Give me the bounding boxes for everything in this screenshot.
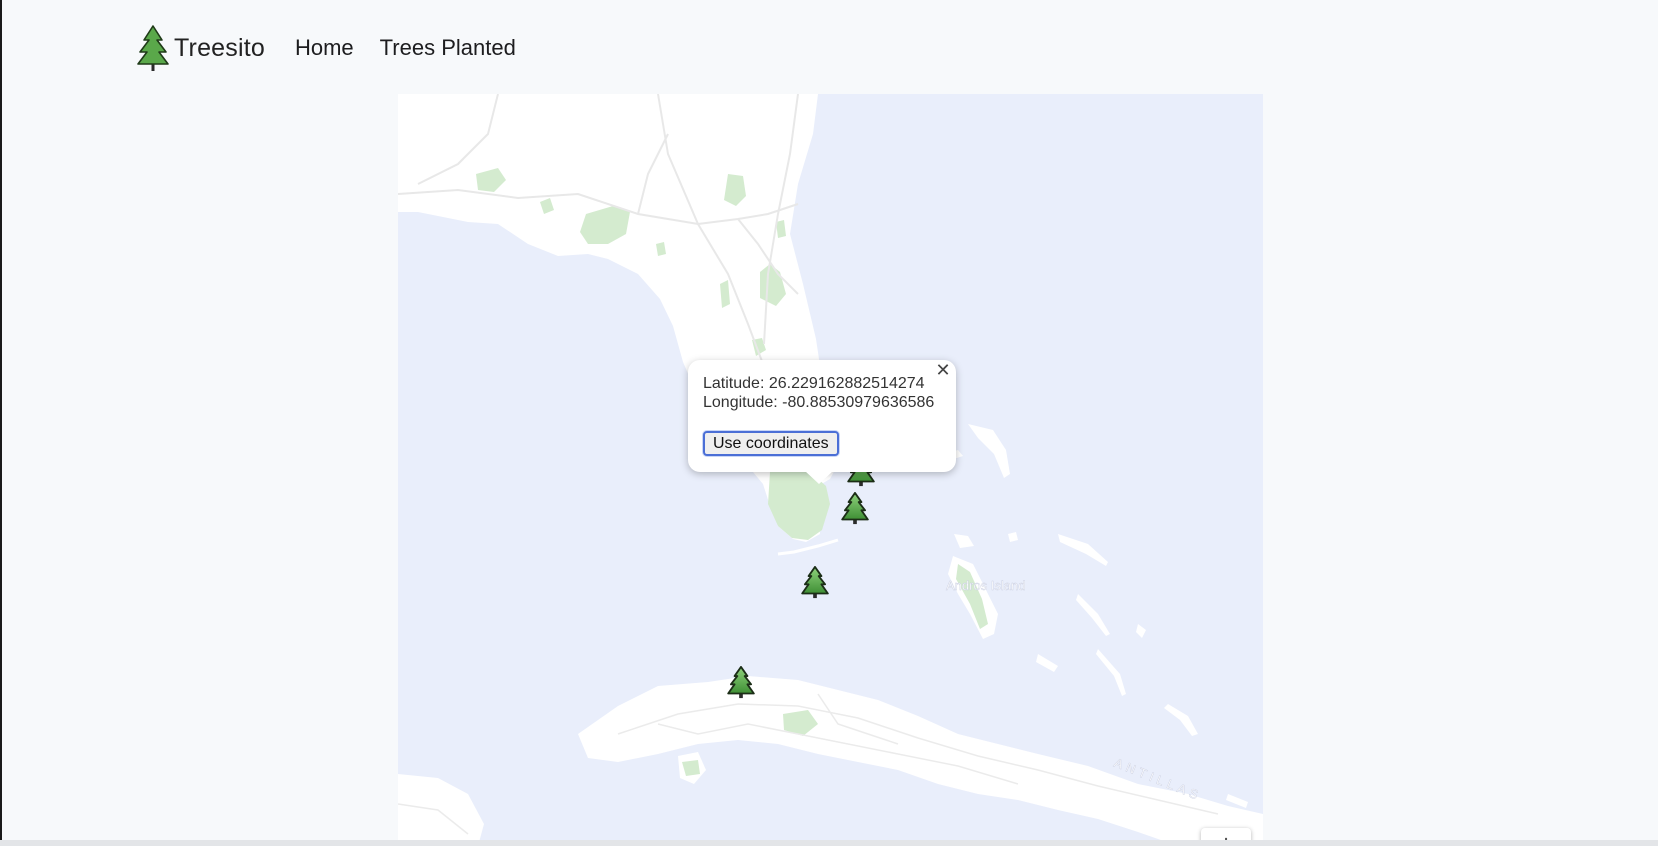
coordinates-popup: ✕ Latitude: 26.229162882514274 Longitude… bbox=[688, 360, 956, 484]
nav-home-link[interactable]: Home bbox=[295, 35, 354, 61]
use-coordinates-button[interactable]: Use coordinates bbox=[703, 431, 839, 456]
brand-link[interactable]: Treesito bbox=[136, 24, 265, 72]
brand-name: Treesito bbox=[174, 33, 265, 62]
latitude-text: Latitude: 26.229162882514274 bbox=[703, 375, 925, 392]
top-navbar: Treesito Home Trees Planted bbox=[136, 20, 516, 76]
popup-tip bbox=[805, 471, 833, 484]
pine-tree-icon bbox=[137, 25, 169, 71]
close-icon[interactable]: ✕ bbox=[934, 361, 952, 379]
window-left-edge bbox=[0, 0, 2, 846]
map-view[interactable]: Andros Island ANTILLAS ✕ Latitude: 26.22… bbox=[398, 94, 1263, 846]
andros-island-label: Andros Island bbox=[946, 578, 1026, 593]
bottom-edge bbox=[0, 840, 1658, 846]
nav-trees-planted-link[interactable]: Trees Planted bbox=[380, 35, 516, 61]
longitude-text: Longitude: -80.88530979636586 bbox=[703, 394, 935, 411]
